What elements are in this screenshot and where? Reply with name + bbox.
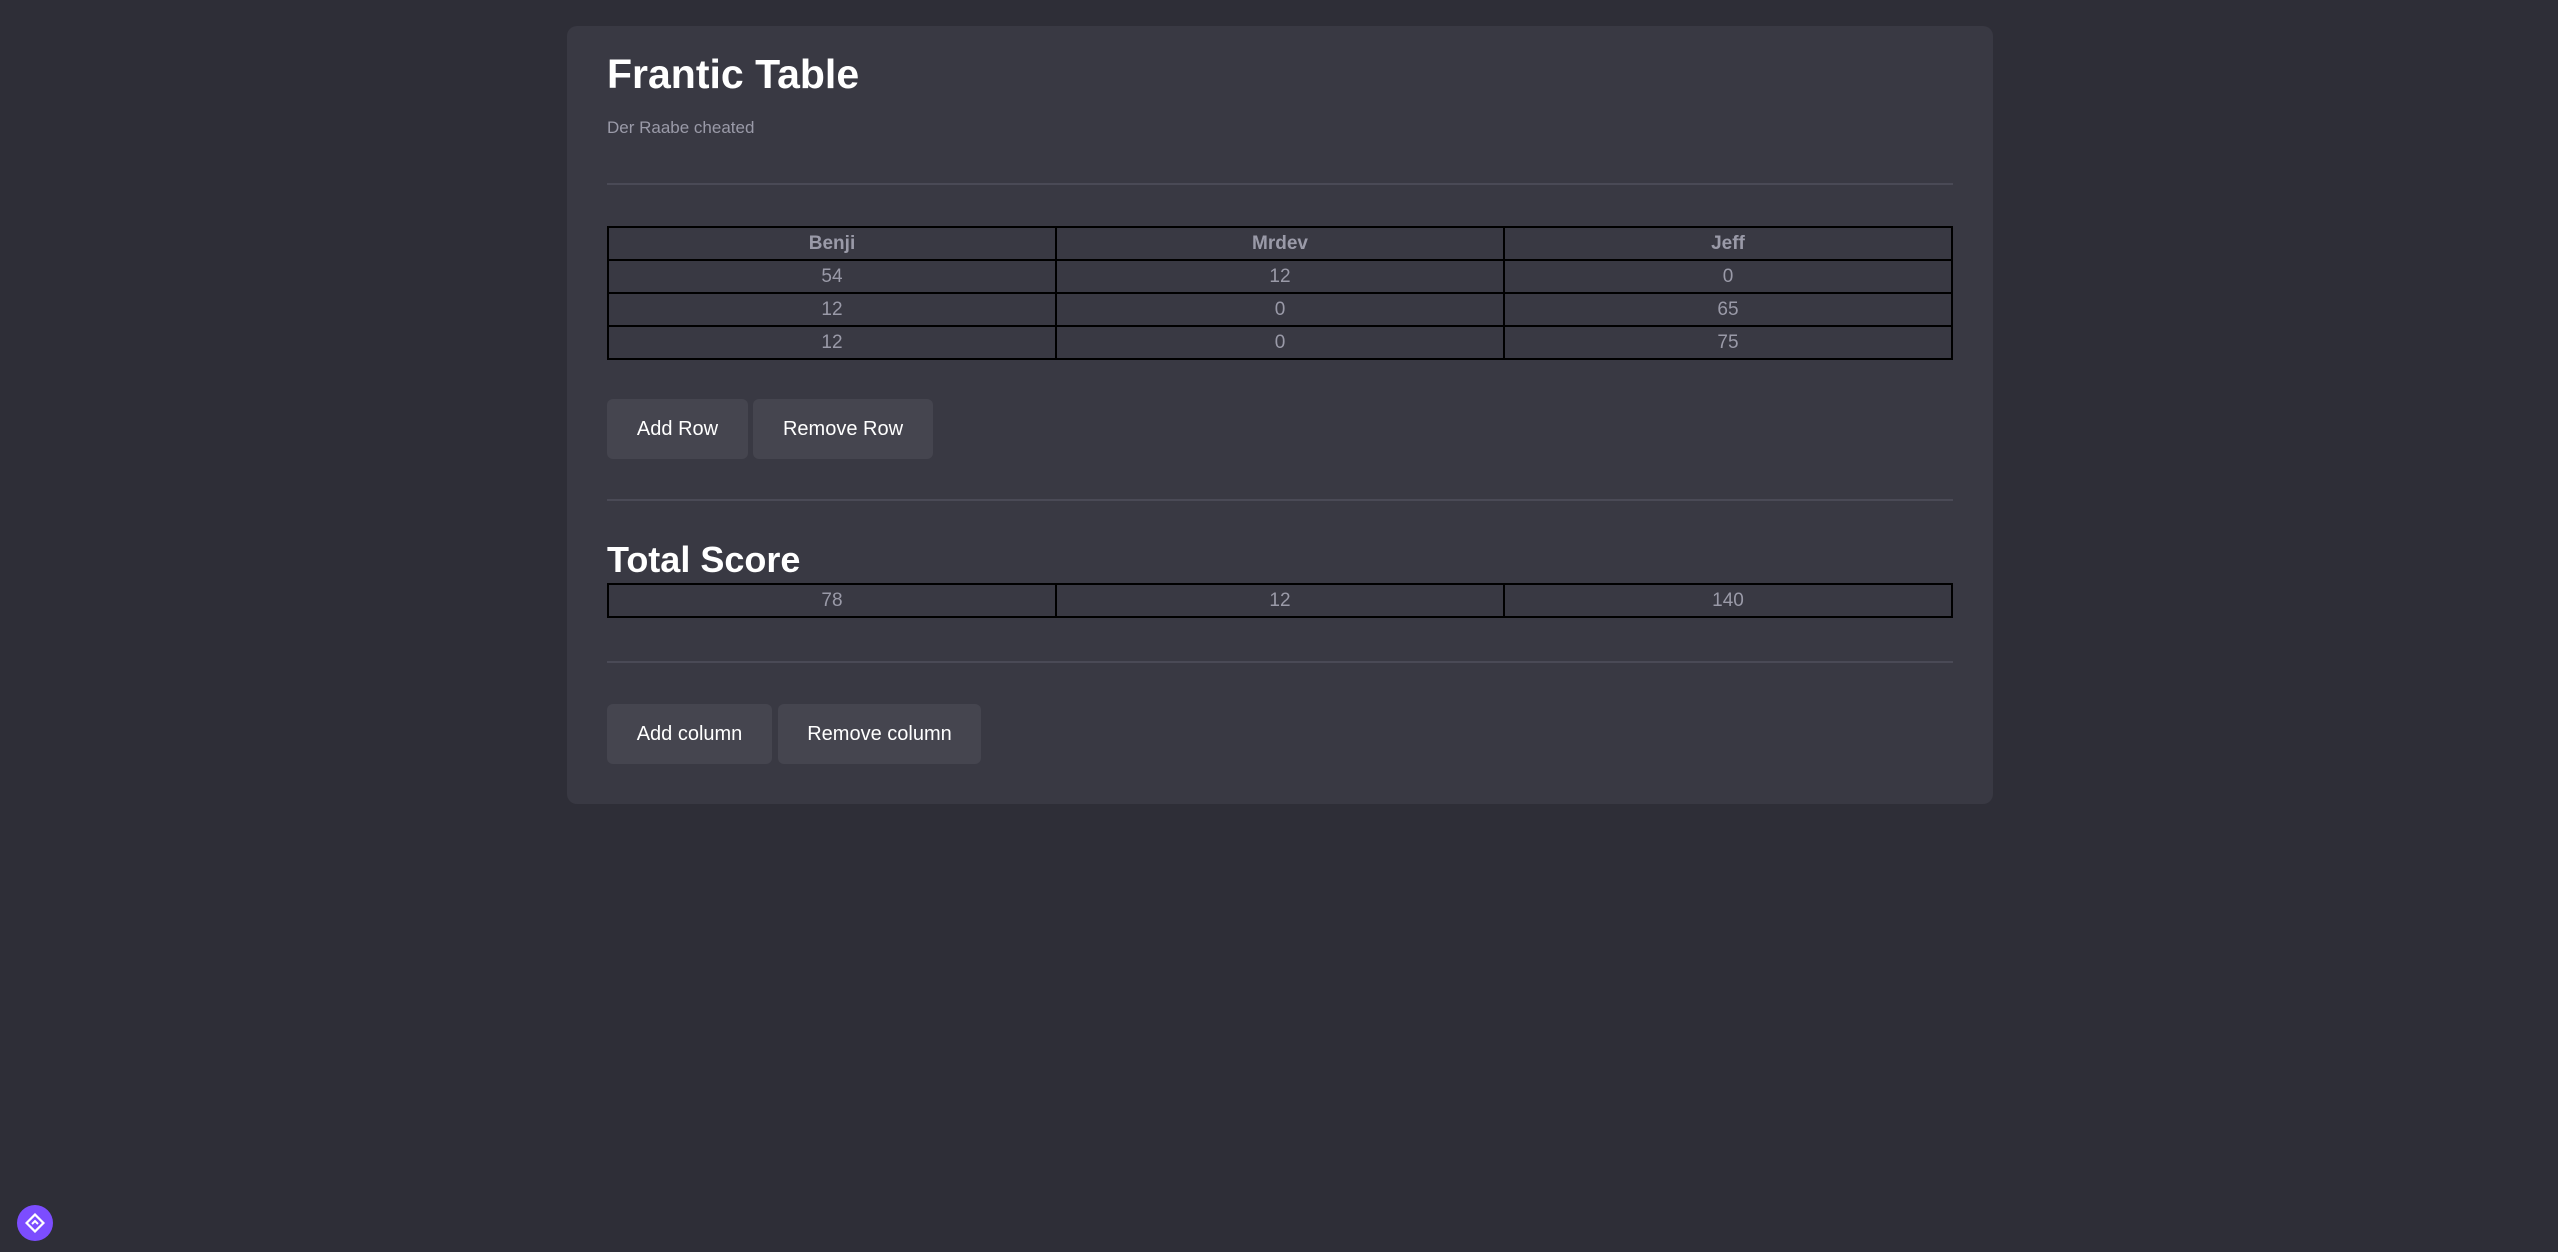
remove-row-button[interactable]: Remove Row <box>753 399 933 459</box>
total-cell: 12 <box>1055 583 1505 618</box>
score-cell[interactable]: 12 <box>607 292 1057 327</box>
page-subtitle: Der Raabe cheated <box>607 118 755 137</box>
score-cell[interactable]: 75 <box>1503 325 1953 360</box>
score-cell[interactable]: 0 <box>1055 292 1505 327</box>
page-title: Frantic Table <box>607 51 860 97</box>
divider-bottom <box>607 661 1953 663</box>
divider-middle <box>607 499 1953 501</box>
table-row: 12 0 65 <box>607 292 1953 327</box>
total-score-heading: Total Score <box>607 539 801 580</box>
diamond-direction-icon[interactable] <box>17 1205 53 1241</box>
table-row: 54 12 0 <box>607 259 1953 294</box>
column-header: Mrdev <box>1055 226 1505 261</box>
scores-table: Benji Mrdev Jeff 54 12 0 12 0 65 12 0 75 <box>607 226 1953 360</box>
remove-column-button[interactable]: Remove column <box>778 704 981 764</box>
column-header: Jeff <box>1503 226 1953 261</box>
total-row: 78 12 140 <box>607 583 1953 618</box>
diamond-direction-icon-glyph <box>25 1213 45 1233</box>
score-cell[interactable]: 65 <box>1503 292 1953 327</box>
table-row: 12 0 75 <box>607 325 1953 360</box>
table-header-row: Benji Mrdev Jeff <box>607 226 1953 261</box>
add-row-button[interactable]: Add Row <box>607 399 748 459</box>
score-cell[interactable]: 12 <box>1055 259 1505 294</box>
main-card: Frantic Table Der Raabe cheated Benji Mr… <box>567 26 1993 804</box>
score-cell[interactable]: 0 <box>1503 259 1953 294</box>
score-cell[interactable]: 12 <box>607 325 1057 360</box>
total-cell: 140 <box>1503 583 1953 618</box>
score-cell[interactable]: 0 <box>1055 325 1505 360</box>
score-cell[interactable]: 54 <box>607 259 1057 294</box>
add-column-button[interactable]: Add column <box>607 704 772 764</box>
total-score-table: 78 12 140 <box>607 583 1953 618</box>
divider-top <box>607 183 1953 185</box>
column-header: Benji <box>607 226 1057 261</box>
total-cell: 78 <box>607 583 1057 618</box>
